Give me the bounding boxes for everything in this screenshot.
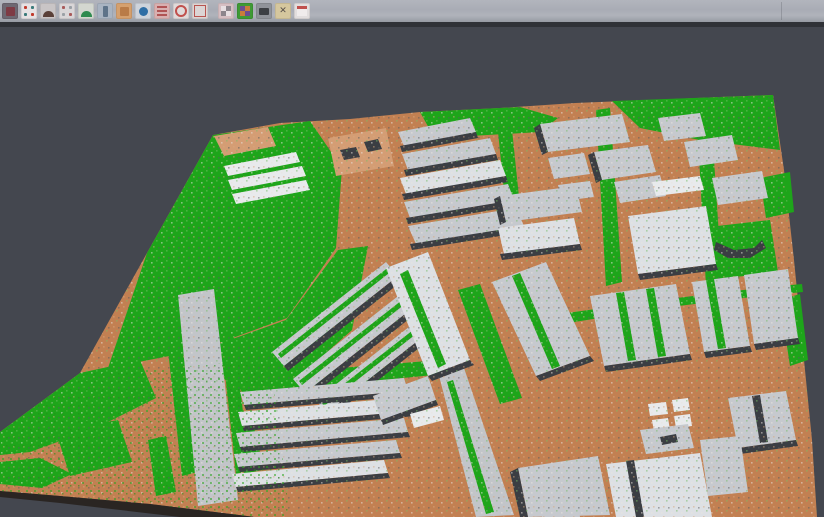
toolbar-group: ✕: [216, 3, 310, 19]
circle-select-icon[interactable]: [173, 3, 189, 19]
texture-pattern-icon[interactable]: [218, 3, 234, 19]
3d-viewport[interactable]: [0, 27, 824, 517]
dem-surface-icon-glyph: [81, 11, 92, 17]
class-list-icon-glyph: [157, 6, 167, 16]
import-mesh-icon[interactable]: [2, 3, 18, 19]
flag-marker-icon-glyph: [297, 6, 307, 16]
camera-capture-icon-glyph: [259, 8, 269, 15]
extent-select-icon-glyph: [194, 5, 206, 17]
classification-colors-icon-glyph: [240, 6, 250, 16]
move-transform-icon[interactable]: ✕: [275, 3, 291, 19]
globe-icon[interactable]: [135, 3, 151, 19]
bounding-box-icon-glyph: [120, 7, 129, 16]
align-pairs-icon-glyph: [24, 6, 27, 9]
extent-select-icon[interactable]: [192, 3, 208, 19]
main-toolbar: ✕: [0, 0, 824, 22]
toolbar-group: [0, 3, 208, 19]
point-cloud-icon-glyph: [62, 6, 65, 9]
dem-surface-icon[interactable]: [78, 3, 94, 19]
flag-marker-icon[interactable]: [294, 3, 310, 19]
cross-section-icon[interactable]: [97, 3, 113, 19]
point-cloud-icon[interactable]: [59, 3, 75, 19]
classification-colors-icon[interactable]: [237, 3, 253, 19]
circle-select-icon-glyph: [175, 5, 187, 17]
toolbar-bottom-border: [0, 22, 824, 27]
class-list-icon[interactable]: [154, 3, 170, 19]
terrain-mound-icon-glyph: [43, 11, 54, 17]
terrain-mound-icon[interactable]: [40, 3, 56, 19]
toolbar-overflow-separator: [781, 2, 782, 20]
import-mesh-icon-glyph: [6, 7, 15, 16]
point-cloud-scene[interactable]: [0, 27, 824, 517]
texture-pattern-icon-glyph: [221, 6, 231, 16]
move-transform-icon-glyph: ✕: [279, 7, 287, 16]
globe-icon-glyph: [139, 7, 148, 16]
bounding-box-icon[interactable]: [116, 3, 132, 19]
align-pairs-icon[interactable]: [21, 3, 37, 19]
application-window: ✕: [0, 0, 824, 517]
cross-section-icon-glyph: [103, 6, 108, 17]
camera-capture-icon[interactable]: [256, 3, 272, 19]
